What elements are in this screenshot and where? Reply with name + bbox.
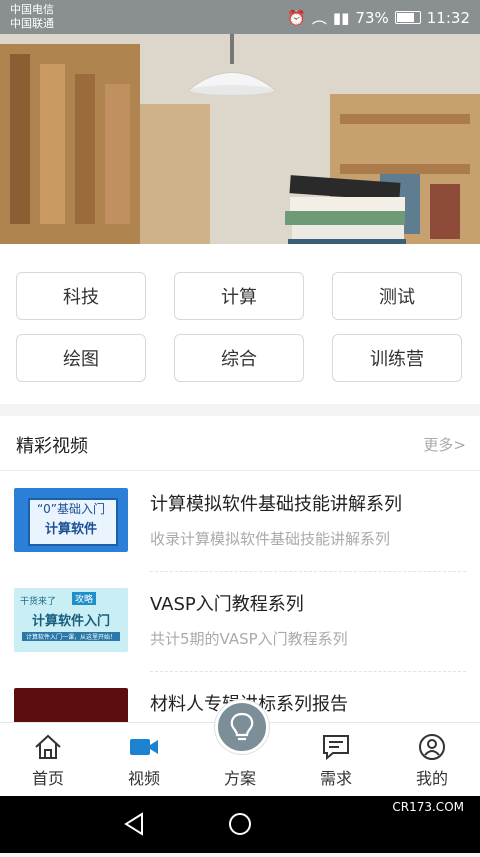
- alarm-icon: ⏰: [287, 8, 306, 27]
- video-item[interactable]: 干货来了 攻略 计算软件入门 计算软件入门一课，从这里开始！ VASP入门教程系…: [0, 572, 480, 672]
- signal-icon: ▮▮: [332, 8, 350, 27]
- category-drawing[interactable]: 绘图: [16, 334, 146, 382]
- more-link[interactable]: 更多>: [423, 434, 466, 455]
- wifi-icon: ︵: [311, 9, 327, 27]
- video-thumbnail: “0”基础入门 计算软件: [14, 488, 128, 552]
- watermark: CR173.COM: [392, 800, 464, 814]
- videos-section: 精彩视频 更多> “0”基础入门 计算软件 计算模拟软件基础技能讲解系列 收录计…: [0, 416, 480, 722]
- carrier-info: 中国电信 中国联通: [10, 3, 54, 31]
- tab-label: 视频: [127, 769, 160, 788]
- message-icon: [323, 735, 349, 761]
- video-thumbnail: 干货来了 攻略 计算软件入门 计算软件入门一课，从这里开始！: [14, 588, 128, 652]
- lightbulb-icon: [230, 712, 254, 741]
- category-training[interactable]: 训练营: [332, 334, 462, 382]
- category-general[interactable]: 综合: [174, 334, 304, 382]
- tab-home[interactable]: 首页: [0, 723, 96, 797]
- tab-label: 需求: [319, 769, 352, 788]
- tab-mine[interactable]: 我的: [384, 723, 480, 797]
- battery-icon: [394, 11, 421, 24]
- category-tech[interactable]: 科技: [16, 272, 146, 320]
- video-title: 计算模拟软件基础技能讲解系列: [150, 494, 402, 515]
- home-nav-icon: [229, 813, 251, 835]
- back-icon: [124, 812, 143, 836]
- video-camera-icon: [130, 739, 158, 755]
- home-icon: [35, 734, 61, 759]
- status-indicators: ⏰ ︵ ▮▮ 73% 11:32: [287, 7, 470, 28]
- battery-level: 73%: [355, 8, 389, 27]
- tab-label: 我的: [415, 769, 448, 788]
- video-thumbnail: [14, 688, 128, 722]
- video-subtitle: 收录计算模拟软件基础技能讲解系列: [150, 530, 391, 548]
- user-icon: [419, 734, 445, 760]
- category-testing[interactable]: 测试: [332, 272, 462, 320]
- carrier-1: 中国电信: [10, 3, 54, 16]
- clock: 11:32: [426, 8, 470, 27]
- tab-label: 方案: [223, 769, 256, 788]
- banner-image[interactable]: [0, 34, 480, 244]
- section-title: 精彩视频: [16, 436, 88, 457]
- tab-demand[interactable]: 需求: [288, 723, 384, 797]
- tab-label: 首页: [31, 769, 64, 788]
- section-header: 精彩视频 更多>: [0, 416, 480, 471]
- plan-center-button[interactable]: [215, 700, 269, 754]
- category-grid: 科技 计算 测试 绘图 综合 训练营: [0, 244, 480, 404]
- video-subtitle: 共计5期的VASP入门教程系列: [150, 630, 348, 648]
- video-item[interactable]: “0”基础入门 计算软件 计算模拟软件基础技能讲解系列 收录计算模拟软件基础技能…: [0, 472, 480, 572]
- category-computing[interactable]: 计算: [174, 272, 304, 320]
- carrier-2: 中国联通: [10, 17, 54, 30]
- library-illustration: [0, 34, 480, 244]
- status-bar: 中国电信 中国联通 ⏰ ︵ ▮▮ 73% 11:32: [0, 0, 480, 34]
- video-title: VASP入门教程系列: [150, 594, 304, 615]
- tab-video[interactable]: 视频: [96, 723, 192, 797]
